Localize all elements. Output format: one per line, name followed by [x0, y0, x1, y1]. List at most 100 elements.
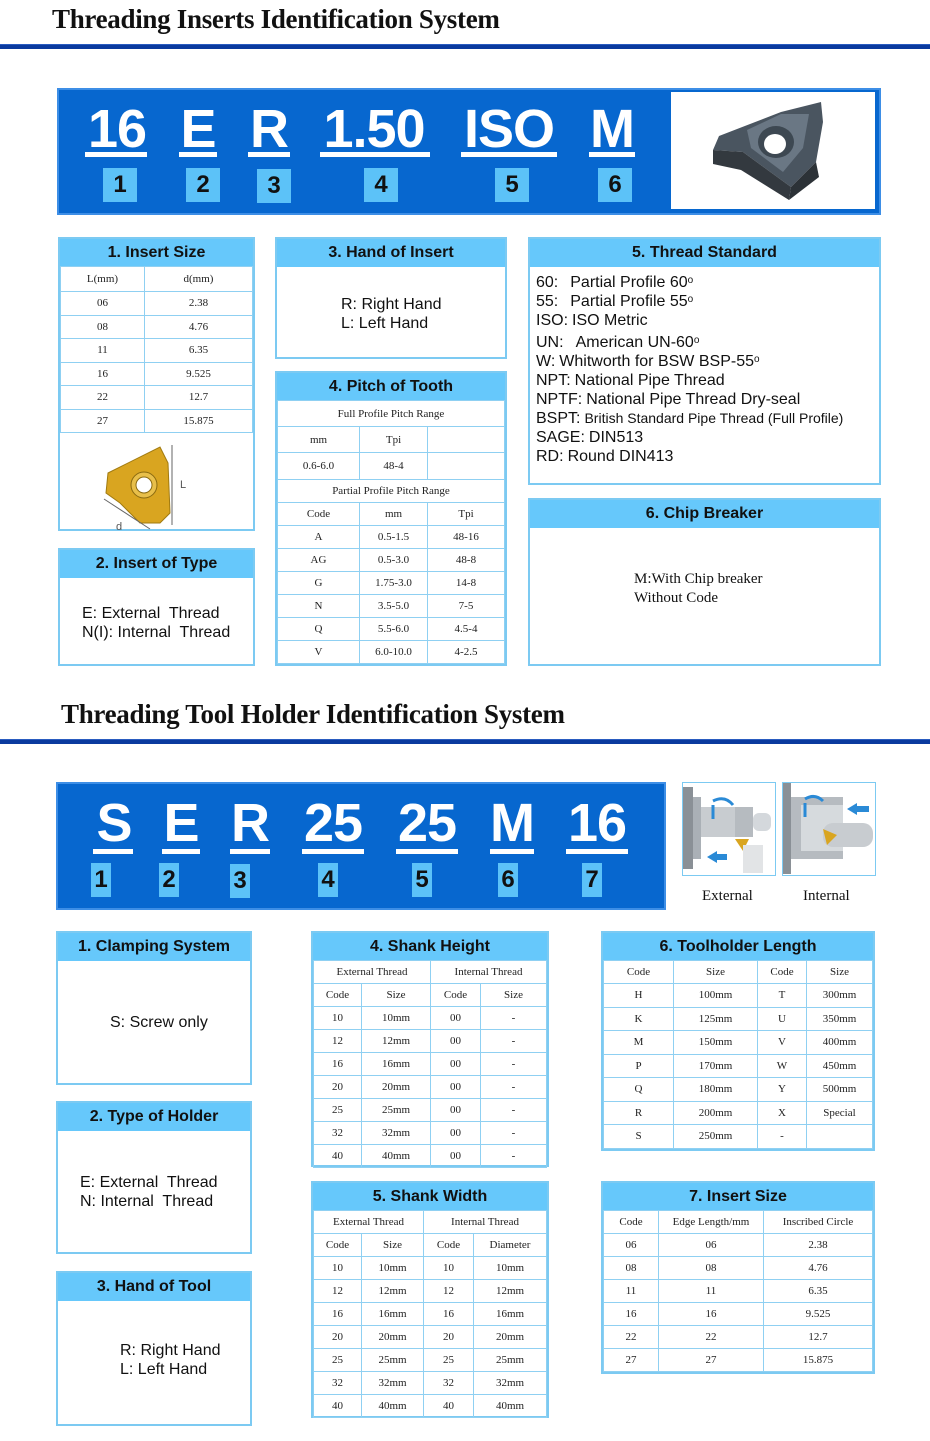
- cell: 14-8: [427, 571, 505, 595]
- insert-type-external: E: External Thread: [82, 605, 220, 622]
- section-divider: [0, 739, 930, 744]
- table-row: 27 15.875: [60, 408, 253, 433]
- cell: 00: [430, 1144, 481, 1168]
- code-segment-size: 16: [87, 99, 147, 159]
- code-segment-holder-type: E: [163, 793, 199, 853]
- table-row: 40 40mm 40 40mm: [313, 1394, 547, 1418]
- cell: 20mm: [361, 1075, 431, 1099]
- thread-standard-code: ISO:: [536, 312, 569, 329]
- code-underline: [162, 849, 200, 854]
- code-underline: [248, 152, 290, 157]
- cell: -: [480, 1121, 547, 1145]
- cell: V: [277, 640, 360, 664]
- holder-type-external: E: External Thread: [80, 1174, 218, 1191]
- insert-type-list: E: External Thread N(I): Internal Thread: [60, 578, 253, 642]
- external-threading-icon: [683, 787, 771, 873]
- hand-of-tool-card: 3. Hand of Tool R: Right Hand L: Left Ha…: [56, 1271, 252, 1426]
- column-header: Code: [757, 960, 807, 984]
- cell: 12mm: [473, 1279, 547, 1303]
- threading-insert-icon: [713, 102, 823, 200]
- cell: 15.875: [144, 408, 253, 433]
- cell: -: [480, 1029, 547, 1053]
- shank-width-card: 5. Shank Width External Thread Internal …: [311, 1181, 549, 1418]
- thread-standard-item: NPT: National Pipe Thread: [536, 371, 879, 390]
- thread-standard-desc: DIN513: [588, 429, 644, 446]
- cell: 20: [313, 1075, 362, 1099]
- thread-standard-item: 60: Partial Profile 60o: [536, 273, 879, 292]
- table-row: S 250mm -: [603, 1124, 873, 1149]
- toolholder-length-card: 6. Toolholder Length Code Size Code Size…: [601, 931, 875, 1151]
- cell: 40: [313, 1144, 362, 1168]
- cell: 00: [430, 1075, 481, 1099]
- table-row: Q 180mm Y 500mm: [603, 1077, 873, 1102]
- cell: 400mm: [806, 1030, 873, 1055]
- cell: 500mm: [806, 1077, 873, 1102]
- table-row: 12 12mm 00-: [313, 1029, 547, 1053]
- cell: 4.76: [763, 1256, 873, 1280]
- cell: 200mm: [673, 1100, 758, 1125]
- table-row: 11 6.35: [60, 338, 253, 363]
- cell: 08: [603, 1256, 659, 1280]
- table-row: 16 16mm 16 16mm: [313, 1302, 547, 1326]
- table-row: M 150mm V 400mm: [603, 1030, 873, 1055]
- cell: Special: [806, 1100, 873, 1125]
- thread-standard-code: NPTF:: [536, 391, 583, 408]
- table-row: 32 32mm 32 32mm: [313, 1371, 547, 1395]
- cell: U: [757, 1006, 807, 1031]
- cell: 0.5-3.0: [359, 548, 428, 572]
- insert-size-heading: 1. Insert Size: [60, 239, 253, 267]
- diameter-label: d: [116, 521, 123, 533]
- code-segment-hand: R: [250, 99, 289, 159]
- cell: V: [757, 1030, 807, 1055]
- table-row: 08 08 4.76: [603, 1256, 873, 1280]
- insert-photo: [671, 92, 875, 209]
- cell: -: [480, 1144, 547, 1168]
- cell: 22: [603, 1325, 659, 1349]
- cell: R: [603, 1100, 674, 1125]
- column-header: Edge Length/mm: [658, 1210, 764, 1234]
- degree-symbol: o: [687, 294, 694, 305]
- cell: P: [603, 1053, 674, 1078]
- cell: 25mm: [361, 1348, 424, 1372]
- table-row: 0.6-6.0 48-4: [277, 452, 505, 480]
- cell: 00: [430, 1052, 481, 1076]
- pitch-table: Full Profile Pitch Range mm Tpi 0.6-6.0 …: [277, 400, 505, 664]
- cell: 16mm: [361, 1052, 431, 1076]
- cell: 150mm: [673, 1030, 758, 1055]
- column-header: Code: [603, 960, 674, 984]
- cell: 16: [423, 1302, 474, 1326]
- thread-standard-desc: Partial Profile 60: [570, 274, 688, 291]
- internal-label: Internal: [803, 888, 850, 904]
- column-header: Size: [673, 960, 758, 984]
- cell: 170mm: [673, 1053, 758, 1078]
- cell: 450mm: [806, 1053, 873, 1078]
- table-row: 25 25mm 00-: [313, 1098, 547, 1122]
- table-row: 27 27 15.875: [603, 1348, 873, 1372]
- cell: -: [480, 1006, 547, 1030]
- thread-standard-desc: National Pipe Thread Dry-seal: [586, 391, 801, 408]
- cell: G: [277, 571, 360, 595]
- table-row: 20 20mm 20 20mm: [313, 1325, 547, 1349]
- inserts-section-title: Threading Inserts Identification System: [52, 4, 500, 34]
- holder-type-card: 2. Type of Holder E: External Thread N: …: [56, 1101, 252, 1254]
- code-underline: [490, 849, 534, 854]
- holder-type-list: E: External Thread N: Internal Thread: [58, 1131, 250, 1211]
- code-number-badge: 2: [186, 168, 220, 202]
- cell: 00: [430, 1121, 481, 1145]
- cell: 48-4: [359, 452, 428, 480]
- cell: 06: [60, 291, 145, 316]
- group-header: Internal Thread: [430, 960, 547, 984]
- cell: [427, 452, 505, 480]
- column-header: Code: [430, 983, 481, 1007]
- cell: X: [757, 1100, 807, 1125]
- cell: 08: [60, 314, 145, 339]
- thread-standard-desc: Whitworth for BSW BSP-55: [559, 353, 754, 370]
- cell: 16: [313, 1052, 362, 1076]
- cell: 9.525: [763, 1302, 873, 1326]
- cell: [806, 1124, 873, 1149]
- thread-standard-desc: ISO Metric: [572, 312, 648, 329]
- thread-standard-desc: Round DIN413: [567, 448, 674, 465]
- code-segment-shank-width: 25: [397, 793, 457, 853]
- table-row: K 125mm U 350mm: [603, 1006, 873, 1031]
- cell: 40mm: [473, 1394, 547, 1418]
